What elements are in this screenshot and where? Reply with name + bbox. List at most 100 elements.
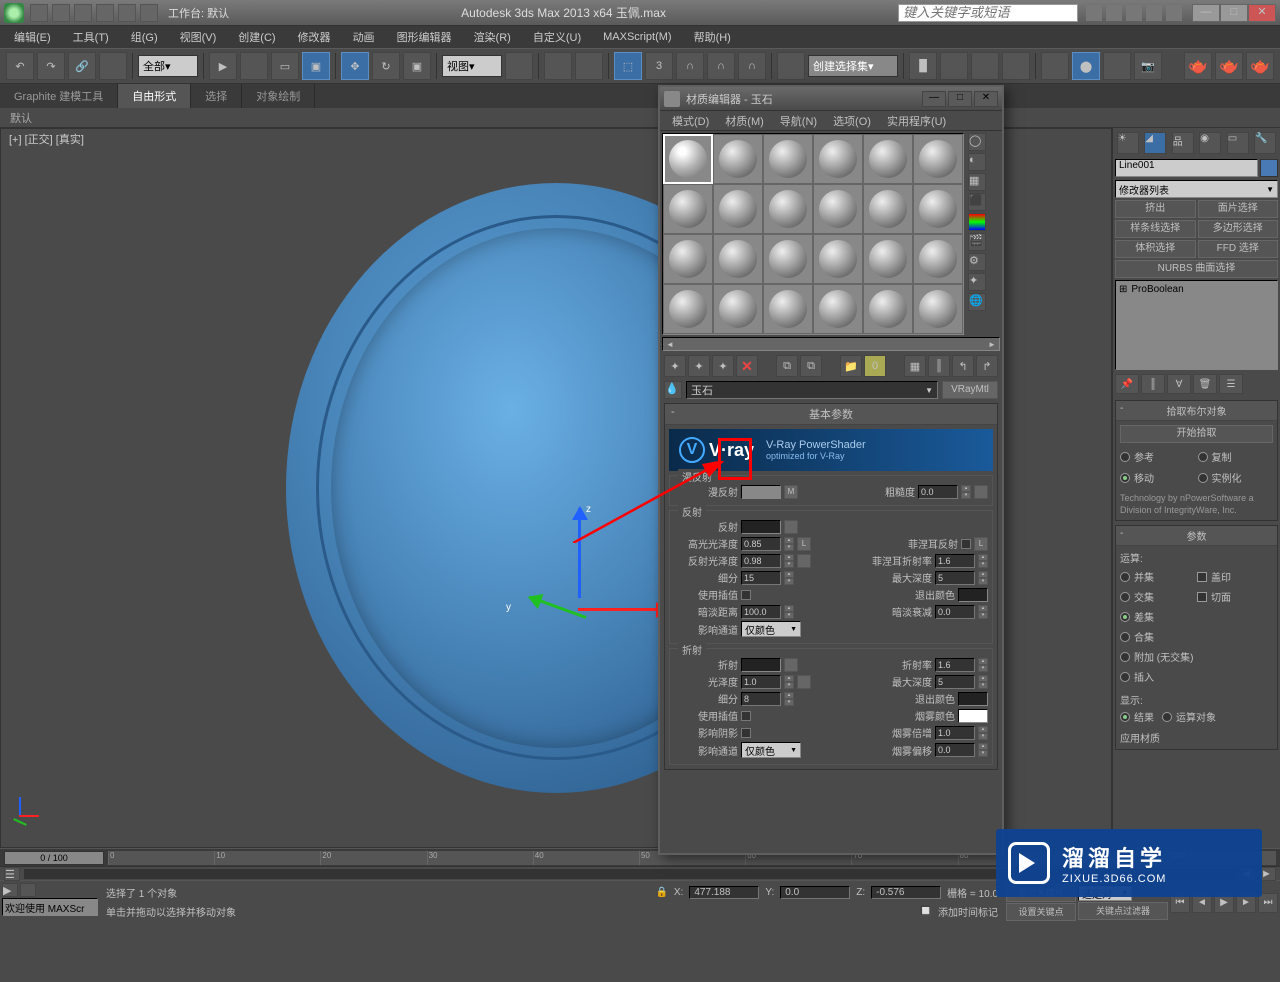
ref-coord-dropdown[interactable]: 视图 ▾ <box>442 55 502 77</box>
me-sample-slot[interactable] <box>763 284 813 334</box>
material-name-input[interactable]: 玉石 <box>686 381 938 399</box>
start-pick-button[interactable]: 开始拾取 <box>1120 425 1273 443</box>
refl-exit-swatch[interactable] <box>958 588 988 602</box>
teapot-render-icon[interactable]: 🫖 <box>1184 52 1212 80</box>
redo-icon[interactable]: ↷ <box>37 52 65 80</box>
refr-interp-check[interactable] <box>741 711 751 721</box>
radio-union[interactable]: 并集 <box>1120 569 1196 584</box>
material-id-icon[interactable]: 0 <box>864 355 886 377</box>
move-icon[interactable]: ✥ <box>341 52 369 80</box>
rollout-pick-header[interactable]: 拾取布尔对象 <box>1116 401 1277 421</box>
menu-animation[interactable]: 动画 <box>343 27 385 47</box>
me-sample-slot[interactable] <box>813 134 863 184</box>
radio-attach[interactable]: 附加 (无交集) <box>1120 649 1273 664</box>
script-listener-icon[interactable]: ▶ <box>2 883 18 897</box>
me-menu-navigation[interactable]: 导航(N) <box>772 111 825 131</box>
btn-nurbs-select[interactable]: NURBS 曲面选择 <box>1115 260 1278 278</box>
put-to-library-icon[interactable]: 📁 <box>840 355 862 377</box>
refr-subdiv-spinner[interactable]: 8 <box>741 692 781 706</box>
fresnel-check[interactable] <box>961 539 971 549</box>
create-tab-icon[interactable]: ☀ <box>1117 132 1139 154</box>
undo-icon[interactable]: ↶ <box>6 52 34 80</box>
curve-editor-icon[interactable] <box>1002 52 1030 80</box>
menu-edit[interactable]: 编辑(E) <box>4 27 61 47</box>
modifier-list-dropdown[interactable]: 修改器列表 <box>1115 180 1278 198</box>
refraction-swatch[interactable] <box>741 658 781 672</box>
menu-views[interactable]: 视图(V) <box>170 27 227 47</box>
angle-snap-icon[interactable]: 3 <box>645 52 673 80</box>
stack-item-proboolean[interactable]: ⊞ ProBoolean <box>1118 283 1275 296</box>
keyboard-shortcut-icon[interactable] <box>575 52 603 80</box>
help-search-input[interactable] <box>898 4 1078 22</box>
refr-affect-combo[interactable]: 仅颜色 <box>741 742 801 758</box>
menu-graph-editors[interactable]: 图形编辑器 <box>387 27 462 47</box>
me-sample-slot[interactable] <box>913 184 963 234</box>
material-editor-icon[interactable]: ⬤ <box>1072 52 1100 80</box>
radio-intersect[interactable]: 交集 <box>1120 589 1196 604</box>
go-parent-icon[interactable]: ↰ <box>952 355 974 377</box>
fog-mult-spinner[interactable]: 1.0 <box>935 726 975 740</box>
infocenter-search-icon[interactable] <box>1086 5 1102 21</box>
scale-icon[interactable]: ▣ <box>403 52 431 80</box>
select-region-icon[interactable]: ▭ <box>271 52 299 80</box>
refl-gloss-map[interactable] <box>797 554 811 568</box>
render-setup-icon[interactable] <box>1103 52 1131 80</box>
me-minimize-button[interactable]: — <box>922 91 946 107</box>
assign-to-selection-icon[interactable]: ✦ <box>712 355 734 377</box>
qat-link-icon[interactable] <box>140 4 158 22</box>
me-sample-slot[interactable] <box>713 284 763 334</box>
menu-create[interactable]: 创建(C) <box>228 27 285 47</box>
check-cookie[interactable]: 切面 <box>1197 589 1273 604</box>
me-sample-slot[interactable] <box>863 234 913 284</box>
show-end-result-icon[interactable]: ║ <box>928 355 950 377</box>
me-maximize-button[interactable]: □ <box>948 91 972 107</box>
select-by-material-icon[interactable]: ✦ <box>968 273 986 291</box>
me-sample-slot[interactable] <box>663 284 713 334</box>
configure-sets-icon[interactable]: ☰ <box>1219 374 1243 394</box>
lock-icon[interactable]: 🔒 <box>655 887 667 898</box>
menu-group[interactable]: 组(G) <box>121 27 168 47</box>
me-sample-slot[interactable] <box>763 234 813 284</box>
select-icon[interactable]: ▶ <box>209 52 237 80</box>
subscription-icon[interactable] <box>1106 5 1122 21</box>
modify-tab-icon[interactable]: ◢ <box>1144 132 1166 154</box>
ribbon-tab-paint[interactable]: 对象绘制 <box>242 84 315 108</box>
expand-icon[interactable]: ⊞ <box>1119 284 1127 295</box>
reflection-map-button[interactable] <box>784 520 798 534</box>
dim-falloff-spinner[interactable]: 0.0 <box>935 605 975 619</box>
btn-ffd-select[interactable]: FFD 选择 <box>1198 240 1279 258</box>
utilities-tab-icon[interactable]: 🔧 <box>1254 132 1276 154</box>
radio-move[interactable]: 移动 <box>1120 470 1196 485</box>
select-name-icon[interactable] <box>240 52 268 80</box>
btn-spline-select[interactable]: 样条线选择 <box>1115 220 1196 238</box>
track-mini-btn[interactable]: ☰ <box>4 867 20 881</box>
me-titlebar[interactable]: 材质编辑器 - 玉石 — □ ✕ <box>660 87 1002 111</box>
material-type-button[interactable]: VRayMtl <box>942 381 998 399</box>
pin-stack-icon[interactable]: 📌 <box>1115 374 1139 394</box>
menu-help[interactable]: 帮助(H) <box>684 27 741 47</box>
radio-reference[interactable]: 参考 <box>1120 449 1196 464</box>
spinner-snap-icon[interactable]: ∩ <box>707 52 735 80</box>
refl-subdiv-spinner[interactable]: 15 <box>741 571 781 585</box>
menu-rendering[interactable]: 渲染(R) <box>464 27 521 47</box>
frame-indicator[interactable]: 0 / 100 <box>4 851 104 865</box>
remove-modifier-icon[interactable]: 🗑 <box>1193 374 1217 394</box>
qat-save-icon[interactable] <box>74 4 92 22</box>
teapot-activeshade-icon[interactable]: 🫖 <box>1246 52 1274 80</box>
refl-affect-combo[interactable]: 仅颜色 <box>741 621 801 637</box>
object-name-input[interactable]: Line001 <box>1115 159 1258 177</box>
minimize-button[interactable]: — <box>1192 4 1220 22</box>
me-sample-slot[interactable] <box>713 134 763 184</box>
pick-material-icon[interactable]: 💧 <box>664 381 682 399</box>
me-sample-slot[interactable] <box>763 134 813 184</box>
reflection-color-swatch[interactable] <box>741 520 781 534</box>
me-menu-utilities[interactable]: 实用程序(U) <box>879 111 954 131</box>
make-unique-icon[interactable]: ⧉ <box>800 355 822 377</box>
app-icon[interactable] <box>4 3 24 23</box>
named-selection-combo[interactable]: 创建选择集 ▾ <box>808 55 898 77</box>
unlink-icon[interactable] <box>99 52 127 80</box>
me-sample-slot[interactable] <box>913 284 963 334</box>
refr-gloss-spinner[interactable]: 1.0 <box>741 675 781 689</box>
btn-volume-select[interactable]: 体积选择 <box>1115 240 1196 258</box>
refr-maxdepth-spinner[interactable]: 5 <box>935 675 975 689</box>
